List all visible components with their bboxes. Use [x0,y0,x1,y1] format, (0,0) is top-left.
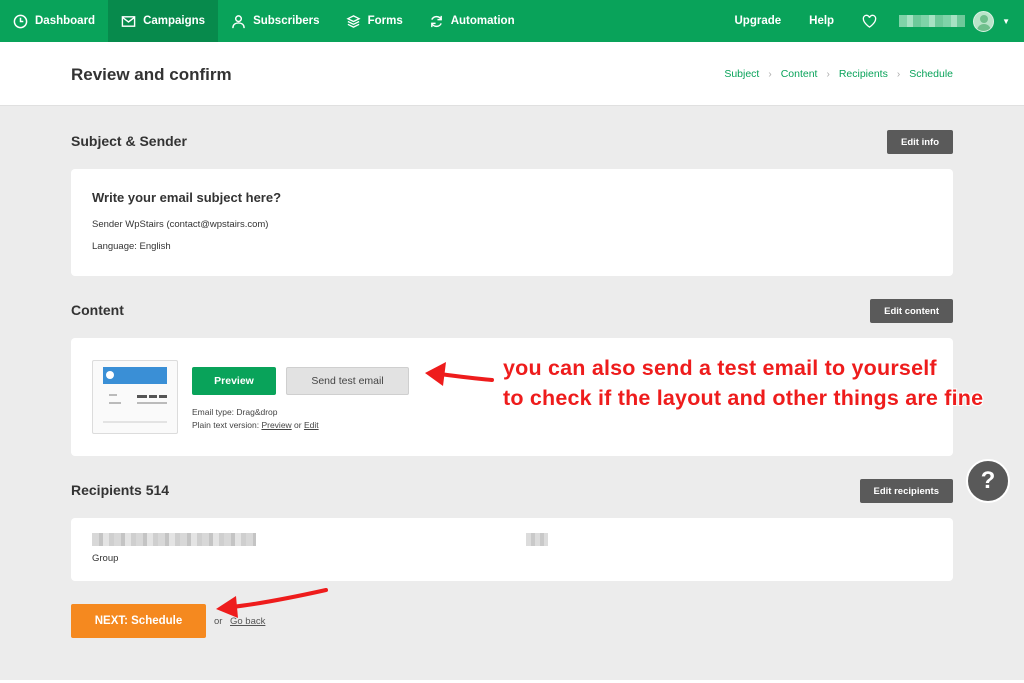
arrow-to-test-email [425,362,494,386]
annotation-arrows [216,362,494,618]
arrow-to-next-button [216,588,328,618]
